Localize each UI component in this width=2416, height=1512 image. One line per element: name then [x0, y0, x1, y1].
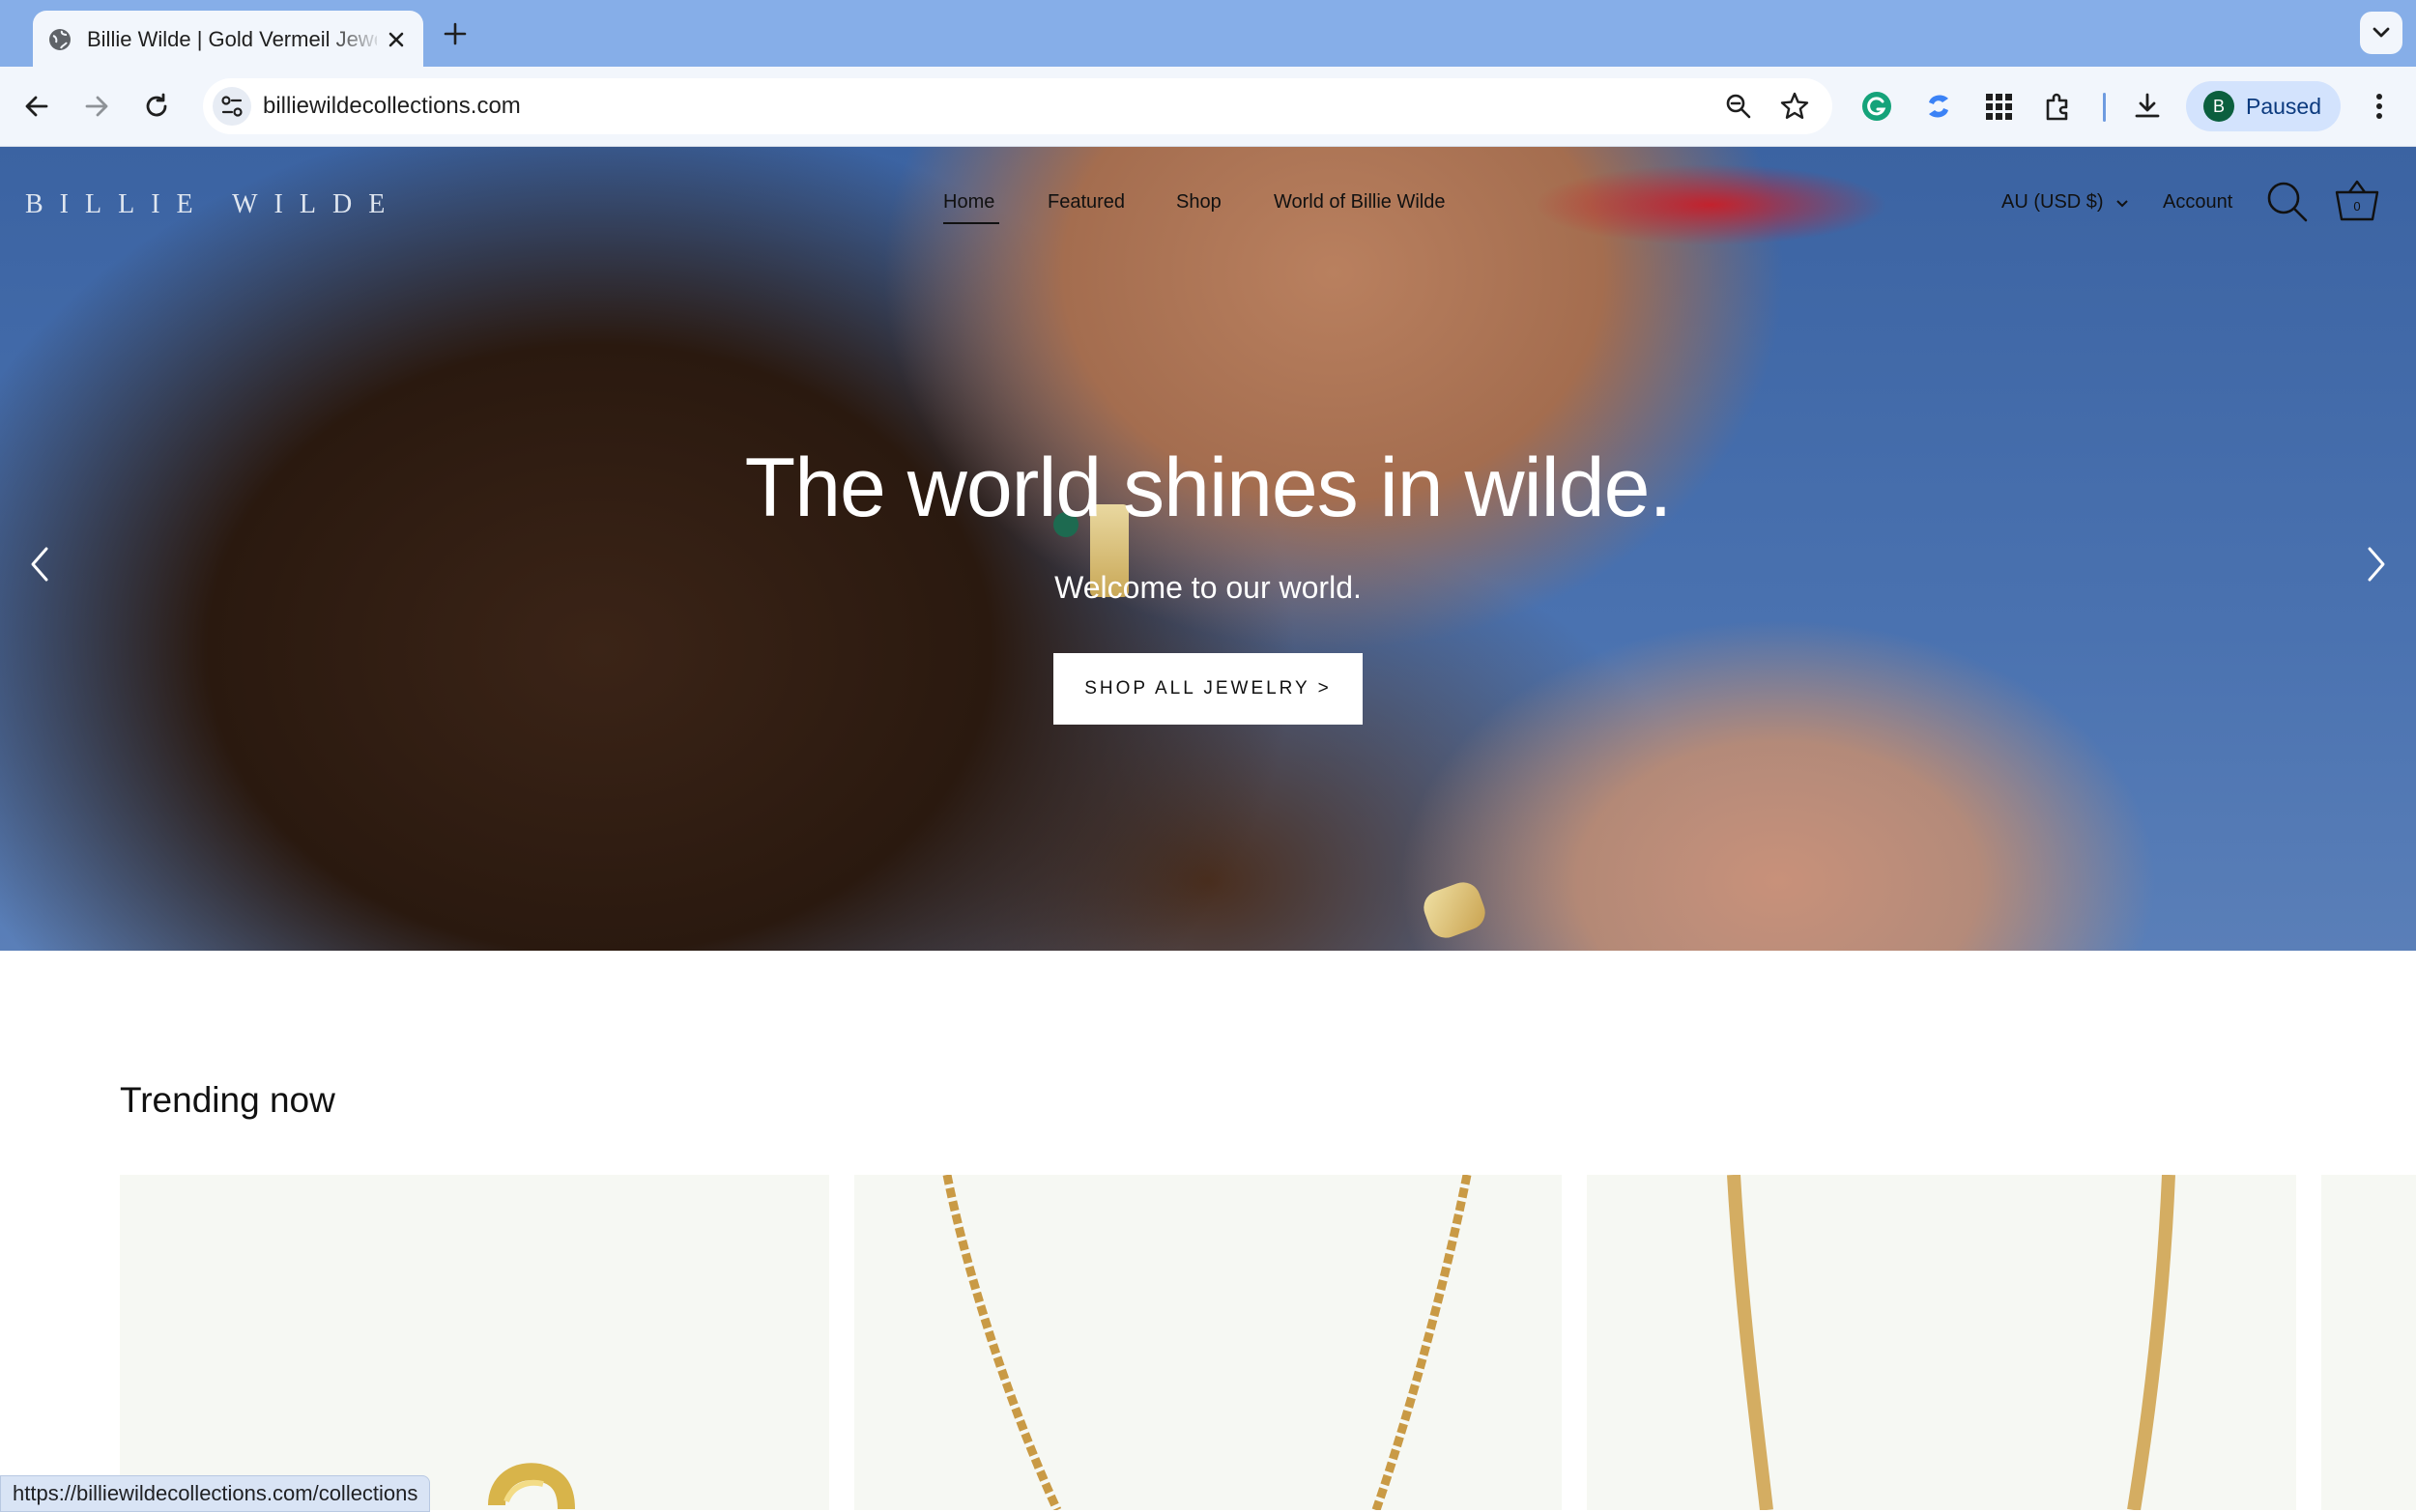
chevron-down-icon [2373, 27, 2390, 38]
herringbone-chain-necklace-image [1727, 1175, 2175, 1510]
section-heading: Trending now [120, 1080, 335, 1120]
hero-subtitle: Welcome to our world. [1054, 570, 1362, 605]
huggie-earrings-image [488, 1463, 575, 1510]
tune-icon [221, 96, 243, 117]
search-icon[interactable] [2265, 180, 2310, 224]
link-status-bar: https://billiewildecollections.com/colle… [0, 1475, 431, 1512]
cart-button[interactable]: 0 [2333, 178, 2381, 226]
nav-active-underline [943, 222, 999, 224]
ring-image [1419, 877, 1490, 943]
browser-tab[interactable]: Billie Wilde | Gold Vermeil Jewelry [33, 11, 423, 67]
download-icon[interactable] [2130, 89, 2165, 124]
close-icon[interactable] [383, 26, 410, 53]
toolbar-separator [2103, 93, 2106, 122]
tab-search-button[interactable] [2360, 12, 2402, 54]
currency-selector[interactable]: AU (USD $) [2001, 191, 2130, 214]
extensions-puzzle-icon[interactable] [2041, 89, 2076, 124]
browser-tab-bar: Billie Wilde | Gold Vermeil Jewelry [0, 0, 2416, 67]
tab-title-fade [327, 20, 385, 59]
profile-button[interactable]: B Paused [2186, 81, 2341, 131]
nav-home[interactable]: Home [943, 191, 994, 214]
hero-title: The world shines in wilde. [744, 442, 1673, 534]
address-bar[interactable]: billiewildecollections.com [203, 78, 1832, 134]
new-tab-plus-icon[interactable] [441, 19, 470, 48]
site-info-button[interactable] [213, 87, 251, 126]
account-link[interactable]: Account [2163, 191, 2232, 214]
profile-status: Paused [2246, 94, 2322, 119]
nav-featured[interactable]: Featured [1048, 191, 1125, 214]
nav-shop[interactable]: Shop [1176, 191, 1222, 214]
back-arrow-icon[interactable] [19, 89, 54, 124]
site-logo[interactable]: BILLIE WILDE [25, 189, 401, 220]
globe-icon [49, 29, 71, 50]
reload-icon[interactable] [139, 89, 174, 124]
chevron-right-icon[interactable] [2354, 533, 2401, 595]
shop-all-jewelry-button[interactable]: SHOP ALL JEWELRY > [1053, 653, 1363, 725]
rope-chain-necklace-image [942, 1175, 1472, 1510]
product-card[interactable] [2321, 1175, 2416, 1510]
grammarly-extension-icon[interactable] [1859, 89, 1894, 124]
product-card[interactable] [120, 1175, 829, 1510]
url-text[interactable]: billiewildecollections.com [263, 93, 521, 120]
cart-count: 0 [2353, 199, 2361, 214]
product-card[interactable] [854, 1175, 1562, 1510]
chevron-left-icon[interactable] [15, 533, 62, 595]
avatar: B [2203, 91, 2234, 122]
zoom-icon[interactable] [1722, 90, 1755, 123]
more-vertical-icon[interactable] [2362, 89, 2397, 124]
bookmark-star-icon[interactable] [1778, 90, 1811, 123]
forward-arrow-icon[interactable] [79, 89, 114, 124]
chevron-down-icon [2116, 200, 2128, 208]
nav-world-of-billie-wilde[interactable]: World of Billie Wilde [1274, 191, 1445, 214]
sync-extension-icon[interactable] [1921, 89, 1956, 124]
apps-grid-icon[interactable] [1981, 89, 2016, 124]
currency-label: AU (USD $) [2001, 191, 2104, 213]
product-card[interactable] [1587, 1175, 2296, 1510]
hero-banner: BILLIE WILDE Home Featured Shop World of… [0, 147, 2416, 951]
browser-toolbar: billiewildecollections.com B Paused [0, 67, 2416, 147]
